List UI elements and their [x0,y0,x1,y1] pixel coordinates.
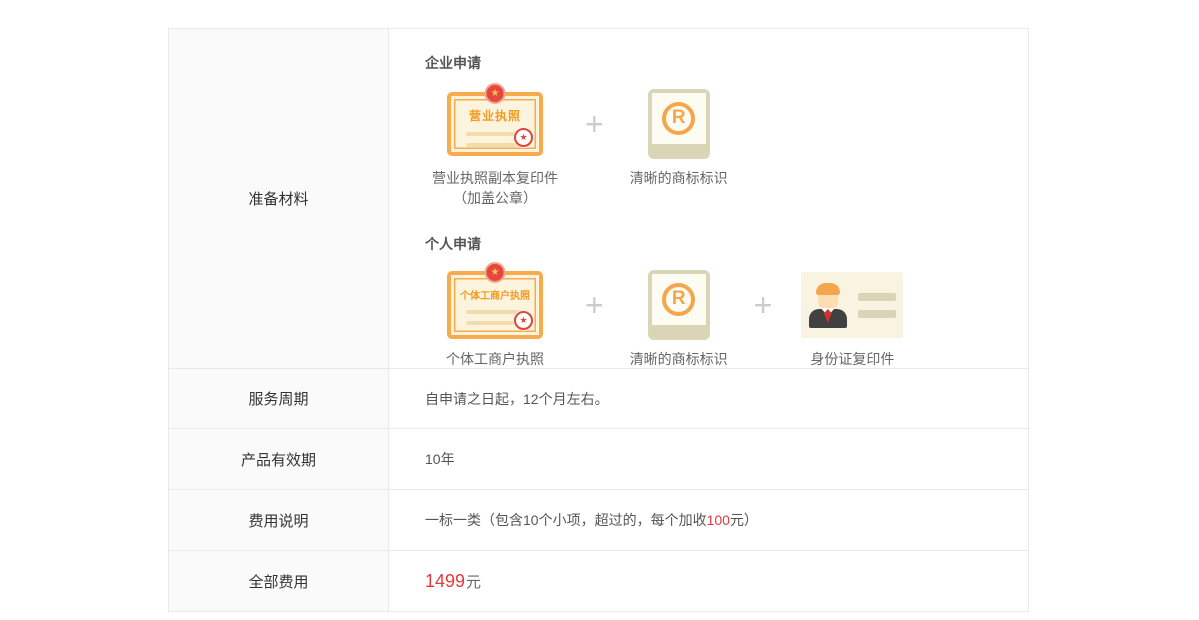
national-emblem-seal-icon: ★ [485,262,506,283]
item-caption: 个体工商户执照 [446,349,544,369]
product-spec-table: 准备材料 企业申请 ★ 营业执照 [168,28,1029,612]
row-label-service-period: 服务周期 [169,369,389,428]
plus-icon: + [585,270,604,340]
material-item-individual-license: ★ 个体工商户执照 ★ [425,270,565,369]
id-card-icon [801,272,903,338]
enterprise-heading: 企业申请 [425,53,912,73]
business-license-icon: ★ 营业执照 ★ [447,92,543,156]
service-period-value: 自申请之日起，12个月左右。 [389,369,1028,429]
business-license-icon: ★ 个体工商户执照 ★ [447,271,543,339]
registered-symbol: R [662,283,695,316]
item-caption: 身份证复印件 [810,349,894,369]
material-item-trademark: R 清晰的商标标识 [624,89,734,188]
item-caption: 清晰的商标标识 [630,168,728,188]
row-label-materials: 准备材料 [169,29,389,368]
license-doc-title: 营业执照 [451,107,539,124]
registered-symbol: R [662,102,695,135]
material-item-idcard: 身份证复印件 [792,270,912,369]
row-label-fee-note: 费用说明 [169,490,389,550]
table-row-validity: 产品有效期 10年 [169,428,1028,489]
table-row-service-period: 服务周期 自申请之日起，12个月左右。 [169,368,1028,428]
red-star-stamp-icon: ★ [514,128,533,147]
fee-surcharge-amount: 100 [707,512,730,528]
license-doc-title: 个体工商户执照 [451,287,539,302]
personal-heading: 个人申请 [425,234,912,254]
total-fee-value: 1499元 [389,551,1028,611]
enterprise-application-section: 企业申请 ★ 营业执照 [425,53,912,208]
enterprise-items-row: ★ 营业执照 ★ [425,89,912,208]
row-label-total-fee: 全部费用 [169,551,389,611]
personal-application-section: 个人申请 ★ 个体工商户执照 [425,234,912,369]
item-caption: 清晰的商标标识 [630,349,728,369]
table-row-materials: 准备材料 企业申请 ★ 营业执照 [169,29,1028,368]
total-price: 1499 [425,571,465,592]
trademark-r-icon: R [648,89,710,159]
material-item-trademark: R 清晰的商标标识 [624,270,734,369]
national-emblem-seal-icon: ★ [485,83,506,104]
fee-note-value: 一标一类（包含10个小项，超过的，每个加收100元） [389,490,1028,550]
table-row-fee-note: 费用说明 一标一类（包含10个小项，超过的，每个加收100元） [169,489,1028,550]
table-row-total-fee: 全部费用 1499元 [169,550,1028,611]
plus-icon: + [585,89,604,159]
plus-icon: + [754,270,773,340]
materials-panel: 企业申请 ★ 营业执照 [389,29,1028,368]
price-unit: 元 [466,571,481,592]
material-item-business-license: ★ 营业执照 ★ [425,89,565,208]
personal-items-row: ★ 个体工商户执照 ★ [425,270,912,369]
trademark-r-icon: R [648,270,710,340]
validity-value: 10年 [389,429,1028,489]
row-label-validity: 产品有效期 [169,429,389,489]
red-star-stamp-icon: ★ [514,311,533,330]
item-caption: 营业执照副本复印件 （加盖公章） [432,168,558,208]
person-avatar [809,282,847,328]
